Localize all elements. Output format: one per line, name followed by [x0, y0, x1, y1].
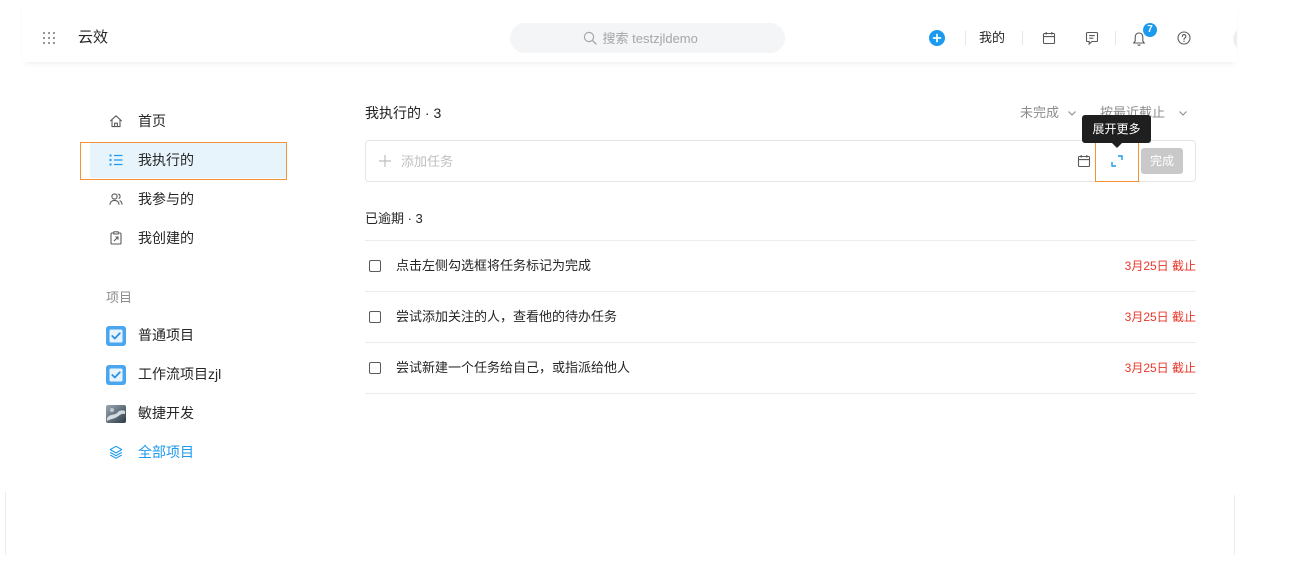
project-check-icon [106, 365, 126, 385]
highlight-annotation-box [80, 142, 287, 180]
notification-badge: 7 [1143, 23, 1157, 37]
overdue-group-heading: 已逾期 · 3 [365, 211, 423, 226]
task-title: 点击左侧勾选框将任务标记为完成 [396, 258, 592, 273]
tooltip-arrow [1112, 143, 1122, 148]
task-row[interactable]: 点击左侧勾选框将任务标记为完成 3月25日 截止 [365, 241, 1196, 292]
home-icon [109, 114, 123, 128]
avatar[interactable] [1233, 28, 1237, 50]
sidebar-item-all-projects[interactable]: 全部项目 [90, 435, 286, 470]
sidebar-project-item[interactable]: 普通项目 [90, 318, 286, 353]
top-header: 云效 我的 7 [22, 0, 1237, 62]
my-button[interactable]: 我的 [979, 30, 1005, 46]
layers-icon [109, 445, 123, 459]
task-checkbox[interactable] [369, 260, 381, 272]
search-input[interactable] [602, 30, 713, 46]
done-button[interactable]: 完成 [1141, 148, 1183, 174]
task-due-date: 3月25日 截止 [1124, 310, 1196, 324]
sidebar-item-label: 工作流项目zjl [138, 366, 222, 382]
header-separator [1115, 31, 1116, 45]
task-due-date: 3月25日 截止 [1124, 259, 1196, 273]
frame-border-right-bottom [1234, 495, 1235, 555]
header-separator [965, 31, 966, 45]
question-icon[interactable] [1177, 31, 1191, 45]
search-box[interactable] [510, 23, 785, 53]
add-task-box[interactable]: 完成 [365, 140, 1196, 182]
people-icon [109, 192, 123, 206]
task-title: 尝试新建一个任务给自己，或指派给他人 [396, 360, 631, 375]
sidebar-project-item[interactable]: 工作流项目zjl [90, 357, 286, 392]
sidebar-item-home[interactable]: 首页 [90, 104, 286, 139]
header-separator [1022, 31, 1023, 45]
sidebar-item-label: 我参与的 [138, 191, 194, 207]
clipboard-icon [109, 231, 123, 245]
task-checkbox[interactable] [369, 362, 381, 374]
app-name[interactable]: 云效 [78, 29, 108, 47]
task-title: 尝试添加关注的人，查看他的待办任务 [396, 309, 618, 324]
task-due-date: 3月25日 截止 [1124, 361, 1196, 375]
sidebar-item-label: 普通项目 [138, 327, 194, 343]
frame-border-left-bottom [5, 492, 6, 555]
sidebar-item-my-participated[interactable]: 我参与的 [90, 182, 286, 217]
project-cover-image-icon [106, 404, 126, 424]
chevron-down-icon [1067, 108, 1077, 118]
chevron-down-icon [1178, 108, 1188, 118]
task-row[interactable]: 尝试新建一个任务给自己，或指派给他人 3月25日 截止 [365, 343, 1196, 394]
sidebar-project-item[interactable]: 敏捷开发 [90, 396, 286, 431]
sidebar-item-label: 首页 [138, 113, 166, 129]
sidebar-item-label: 我创建的 [138, 230, 194, 246]
sidebar-item-label: 全部项目 [138, 444, 194, 460]
status-filter-dropdown[interactable]: 未完成 [1020, 105, 1077, 121]
task-checkbox[interactable] [369, 311, 381, 323]
plus-icon [378, 154, 392, 168]
project-check-icon [106, 326, 126, 346]
search-icon [583, 31, 597, 45]
message-icon[interactable] [1085, 31, 1099, 45]
sidebar-item-my-created[interactable]: 我创建的 [90, 221, 286, 256]
calendar-icon[interactable] [1042, 31, 1056, 45]
calendar-icon[interactable] [1077, 154, 1091, 168]
add-task-input[interactable] [401, 141, 1051, 181]
expand-tooltip: 展开更多 [1082, 115, 1151, 143]
page-title: 我执行的 · 3 [365, 105, 442, 121]
sidebar-item-label: 敏捷开发 [138, 405, 194, 421]
grid-icon[interactable] [42, 31, 56, 45]
status-filter-label: 未完成 [1020, 105, 1060, 120]
projects-section-label: 项目 [106, 290, 133, 305]
plus-circle-icon[interactable] [929, 30, 945, 46]
task-row[interactable]: 尝试添加关注的人，查看他的待办任务 3月25日 截止 [365, 292, 1196, 343]
